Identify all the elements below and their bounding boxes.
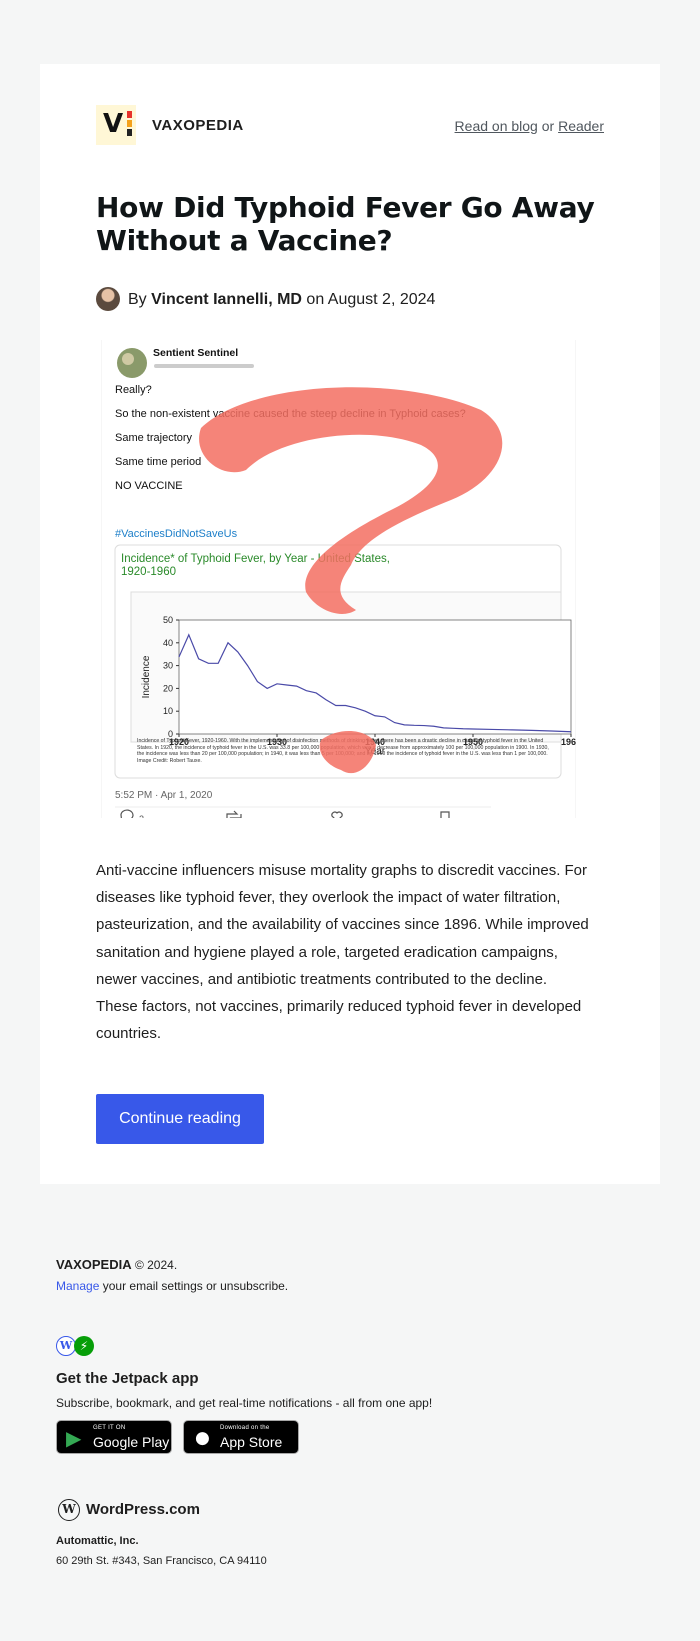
- company-address: 60 29th St. #343, San Francisco, CA 9411…: [56, 1555, 267, 1567]
- jetpack-icon: ⚡: [74, 1336, 94, 1356]
- author-name: Vincent Iannelli, MD: [151, 291, 302, 308]
- y-axis-label: Incidence: [141, 655, 152, 698]
- google-play-icon: ▶: [66, 1426, 82, 1450]
- byline-prefix: By: [128, 291, 147, 308]
- app-store-button[interactable]: ● Download on the App Store: [183, 1420, 299, 1454]
- google-play-button[interactable]: ▶ GET IT ON Google Play: [56, 1420, 172, 1454]
- tweet-screenshot: Sentient Sentinel Really?So the non-exis…: [101, 340, 576, 818]
- author-avatar: [96, 287, 120, 311]
- tweet-line: Same trajectory: [115, 432, 193, 444]
- featured-image[interactable]: Sentient Sentinel Really? So the non-exis…: [101, 340, 576, 818]
- y-tick-label: 30: [163, 661, 173, 671]
- read-on-blog-link[interactable]: Read on blog: [455, 118, 538, 134]
- post-excerpt: Anti-vaccine influencers misuse mortalit…: [96, 862, 589, 1043]
- continue-reading-button[interactable]: Continue reading: [96, 1094, 264, 1144]
- chart-title-line2: 1920-1960: [121, 566, 176, 578]
- y-tick-label: 20: [163, 683, 173, 693]
- tweet-line: Same time period: [115, 456, 201, 468]
- y-tick-label: 10: [163, 706, 173, 716]
- apple-icon: ●: [195, 1428, 210, 1448]
- byline-on: on: [306, 291, 325, 308]
- app-icons: W ⚡: [56, 1336, 96, 1358]
- y-tick-label: 40: [163, 638, 173, 648]
- wordpress-icon: W: [56, 1336, 76, 1356]
- jetpack-title: Get the Jetpack app: [56, 1370, 199, 1387]
- reader-link[interactable]: Reader: [558, 118, 604, 134]
- footer-copyright-year: © 2024.: [134, 1258, 178, 1272]
- jetpack-subtitle: Subscribe, bookmark, and get real-time n…: [56, 1396, 433, 1410]
- plot-area: [178, 619, 572, 735]
- post-date: August 2, 2024: [327, 291, 436, 308]
- post-title[interactable]: How Did Typhoid Fever Go Away Without a …: [96, 191, 596, 257]
- manage-line: Manage your email settings or unsubscrib…: [56, 1279, 288, 1293]
- tweet-line: Really?: [115, 384, 152, 396]
- tweet-timestamp: 5:52 PM · Apr 1, 2020: [115, 790, 213, 801]
- tweet-account: Sentient Sentinel: [153, 347, 238, 359]
- tweet-line: NO VACCINE: [115, 480, 183, 492]
- site-name[interactable]: VAXOPEDIA: [152, 117, 244, 134]
- brand-row: V VAXOPEDIA Read on blog or Reader: [96, 105, 604, 145]
- x-tick-label: 1960: [561, 737, 576, 747]
- manage-text: your email settings or unsubscribe.: [102, 1279, 289, 1293]
- email-card: V VAXOPEDIA Read on blog or Reader How D…: [40, 64, 660, 1184]
- footer-copyright: VAXOPEDIA © 2024.: [56, 1257, 177, 1272]
- y-tick-label: 50: [163, 615, 173, 625]
- footer-site-name: VAXOPEDIA: [56, 1257, 132, 1272]
- wordpress-logo-icon: W: [58, 1499, 80, 1521]
- or-text: or: [541, 118, 555, 134]
- site-logo[interactable]: V: [96, 105, 136, 145]
- top-links: Read on blog or Reader: [455, 118, 604, 134]
- reply-count: 2: [139, 814, 144, 818]
- tweet-hashtag[interactable]: #VaccinesDidNotSaveUs: [115, 528, 238, 540]
- company-name: Automattic, Inc.: [56, 1535, 139, 1547]
- manage-link[interactable]: Manage: [56, 1279, 99, 1293]
